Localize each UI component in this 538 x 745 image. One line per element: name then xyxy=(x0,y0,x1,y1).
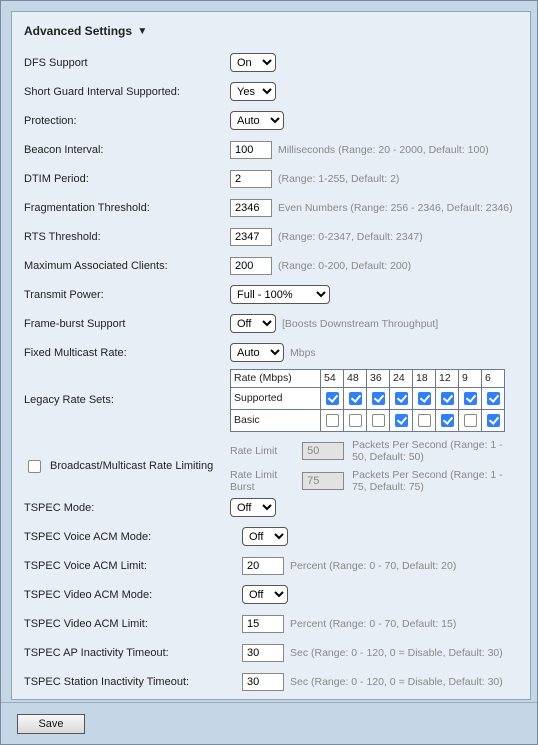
tspec-vidl-input[interactable] xyxy=(242,615,284,633)
bmrl-checkbox[interactable] xyxy=(28,460,41,473)
rate-cb[interactable] xyxy=(464,414,477,427)
txpower-select[interactable]: Full - 100% xyxy=(230,285,330,304)
rate-header-row: Rate (Mbps) 54 48 36 24 18 12 9 6 xyxy=(231,369,505,387)
rate-cb[interactable] xyxy=(487,392,500,405)
rate-col-3: 24 xyxy=(390,369,413,387)
rate-cb[interactable] xyxy=(395,414,408,427)
tspec-apin-label: TSPEC AP Inactivity Timeout: xyxy=(24,647,230,659)
rts-hint: (Range: 0-2347, Default: 2347) xyxy=(278,231,423,243)
protection-select[interactable]: AutoOff xyxy=(230,111,284,130)
mcast-unit: Mbps xyxy=(290,347,316,359)
ratelimit-hint: Packets Per Second (Range: 1 - 50, Defau… xyxy=(352,439,520,463)
frag-hint: Even Numbers (Range: 256 - 2346, Default… xyxy=(278,202,513,214)
mcast-label: Fixed Multicast Rate: xyxy=(24,347,230,359)
tspec-apin-input[interactable] xyxy=(242,644,284,662)
dfs-select[interactable]: OnOff xyxy=(230,53,276,72)
rate-col-6: 9 xyxy=(459,369,482,387)
bmrl-label: Broadcast/Multicast Rate Limiting xyxy=(50,460,213,472)
frameburst-select[interactable]: OffOn xyxy=(230,314,276,333)
tspec-vidl-label: TSPEC Video ACM Limit: xyxy=(24,618,230,630)
tspec-vacl-hint: Percent (Range: 0 - 70, Default: 20) xyxy=(290,560,456,572)
rate-cb[interactable] xyxy=(441,414,454,427)
dtim-hint: (Range: 1-255, Default: 2) xyxy=(278,173,399,185)
rts-label: RTS Threshold: xyxy=(24,231,230,243)
frameburst-hint: [Boosts Downstream Throughput] xyxy=(282,318,438,330)
mcast-select[interactable]: Auto xyxy=(230,343,284,362)
tspec-vacl-label: TSPEC Voice ACM Limit: xyxy=(24,560,230,572)
rate-col-1: 48 xyxy=(344,369,367,387)
tspec-vacl-input[interactable] xyxy=(242,557,284,575)
rate-cb[interactable] xyxy=(349,392,362,405)
beacon-label: Beacon Interval: xyxy=(24,144,230,156)
tspec-mode-select[interactable]: OffOn xyxy=(230,498,276,517)
maxassoc-input[interactable] xyxy=(230,257,272,275)
app-frame: Advanced Settings ▼ DFS Support OnOff Sh… xyxy=(0,0,538,745)
txpower-label: Transmit Power: xyxy=(24,289,230,301)
rate-cb[interactable] xyxy=(418,392,431,405)
rate-cb[interactable] xyxy=(372,392,385,405)
protection-label: Protection: xyxy=(24,115,230,127)
tspec-vidm-select[interactable]: OffOn xyxy=(242,585,288,604)
rate-cb[interactable] xyxy=(464,392,477,405)
rate-col-4: 18 xyxy=(413,369,436,387)
section-header[interactable]: Advanced Settings ▼ xyxy=(24,24,520,38)
sgi-select[interactable]: YesNo xyxy=(230,82,276,101)
dfs-label: DFS Support xyxy=(24,57,230,69)
legacy-label: Legacy Rate Sets: xyxy=(24,394,230,406)
tspec-vidl-hint: Percent (Range: 0 - 70, Default: 15) xyxy=(290,618,456,630)
beacon-input[interactable] xyxy=(230,141,272,159)
frameburst-label: Frame-burst Support xyxy=(24,318,230,330)
ratelimitburst-label: Rate Limit Burst xyxy=(230,469,294,493)
rate-cb[interactable] xyxy=(326,414,339,427)
beacon-hint: Milliseconds (Range: 20 - 2000, Default:… xyxy=(278,144,489,156)
rate-row-label: Basic xyxy=(231,409,321,431)
dtim-input[interactable] xyxy=(230,170,272,188)
rate-col-0: 54 xyxy=(321,369,344,387)
chevron-down-icon: ▼ xyxy=(137,26,147,37)
rate-cb[interactable] xyxy=(349,414,362,427)
rts-input[interactable] xyxy=(230,228,272,246)
frag-label: Fragmentation Threshold: xyxy=(24,202,230,214)
maxassoc-hint: (Range: 0-200, Default: 200) xyxy=(278,260,411,272)
rate-cb[interactable] xyxy=(372,414,385,427)
rate-cb[interactable] xyxy=(395,392,408,405)
rate-row-basic: Basic xyxy=(231,409,505,431)
advanced-settings-panel: Advanced Settings ▼ DFS Support OnOff Sh… xyxy=(11,11,531,700)
ratelimitburst-hint: Packets Per Second (Range: 1 - 75, Defau… xyxy=(352,469,520,493)
rate-header: Rate (Mbps) xyxy=(231,369,321,387)
rate-col-2: 36 xyxy=(367,369,390,387)
tspec-mode-label: TSPEC Mode: xyxy=(24,502,230,514)
ratelimit-label: Rate Limit xyxy=(230,445,294,457)
rate-cb[interactable] xyxy=(441,392,454,405)
tspec-apin-hint: Sec (Range: 0 - 120, 0 = Disable, Defaul… xyxy=(290,647,503,659)
save-button[interactable]: Save xyxy=(17,714,85,734)
frag-input[interactable] xyxy=(230,199,272,217)
legacy-rate-table: Rate (Mbps) 54 48 36 24 18 12 9 6 Suppor… xyxy=(230,369,505,432)
rate-cb[interactable] xyxy=(487,414,500,427)
rate-row-label: Supported xyxy=(231,387,321,409)
tspec-stin-input[interactable] xyxy=(242,673,284,691)
ratelimitburst-input xyxy=(302,472,344,490)
tspec-vacm-label: TSPEC Voice ACM Mode: xyxy=(24,531,230,543)
rate-col-7: 6 xyxy=(482,369,505,387)
rate-cb[interactable] xyxy=(326,392,339,405)
rate-cb[interactable] xyxy=(418,414,431,427)
sgi-label: Short Guard Interval Supported: xyxy=(24,86,230,98)
tspec-vidm-label: TSPEC Video ACM Mode: xyxy=(24,589,230,601)
maxassoc-label: Maximum Associated Clients: xyxy=(24,260,230,272)
tspec-stin-hint: Sec (Range: 0 - 120, 0 = Disable, Defaul… xyxy=(290,676,503,688)
dtim-label: DTIM Period: xyxy=(24,173,230,185)
rate-row-supported: Supported xyxy=(231,387,505,409)
footer: Save xyxy=(1,702,537,744)
tspec-stin-label: TSPEC Station Inactivity Timeout: xyxy=(24,676,230,688)
rate-col-5: 12 xyxy=(436,369,459,387)
section-title: Advanced Settings xyxy=(24,24,132,38)
tspec-vacm-select[interactable]: OffOn xyxy=(242,527,288,546)
ratelimit-input xyxy=(302,442,344,460)
